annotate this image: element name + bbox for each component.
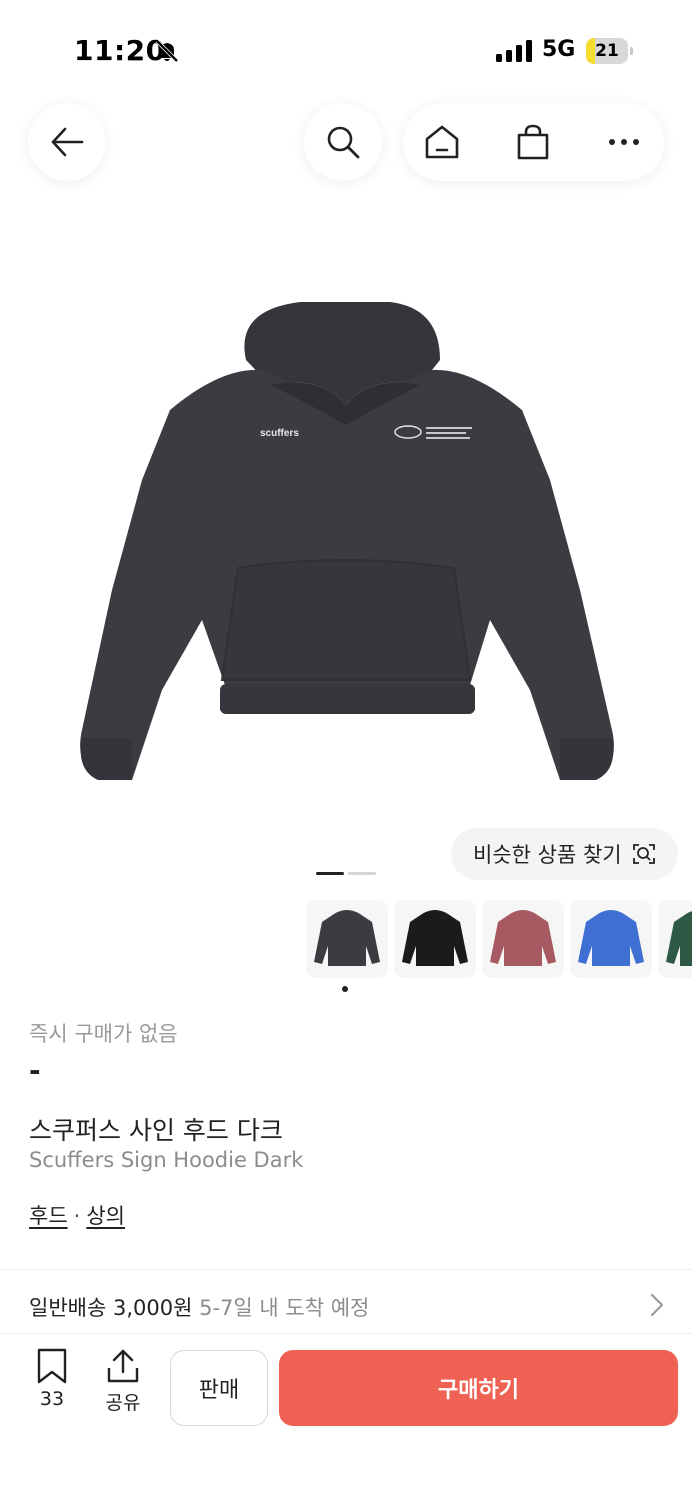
thumbnail-black[interactable] [394,900,476,978]
find-similar-button[interactable]: 비슷한 상품 찾기 [451,828,678,880]
category-separator: · [73,1204,81,1228]
divider [0,1269,692,1270]
sell-button[interactable]: 판매 [170,1350,268,1426]
visual-search-icon [633,844,655,864]
search-button[interactable] [304,103,382,181]
share-icon [107,1349,139,1383]
selected-thumbnail-dot [342,986,348,992]
buy-button[interactable]: 구매하기 [279,1350,678,1426]
category-link-hood[interactable]: 후드 [29,1204,68,1228]
hoodie-logo-text: scuffers [260,428,299,439]
product-image-hoodie[interactable]: scuffers [60,290,632,800]
battery-indicator: 21 [586,38,634,64]
chevron-right-icon [650,1293,664,1317]
shopping-bag-icon [517,124,549,160]
color-thumbnails [304,900,692,980]
arrow-left-icon [51,127,84,157]
thumbnail-blue[interactable] [570,900,652,978]
find-similar-label: 비슷한 상품 찾기 [473,843,622,867]
share-label: 공유 [105,1392,141,1414]
bag-button[interactable] [511,120,555,164]
price-value: - [29,1054,41,1087]
shipping-eta: 5-7일 내 도착 예정 [199,1296,370,1320]
product-title-ko: 스쿠퍼스 사인 후드 다크 [29,1116,283,1145]
category-link-tops[interactable]: 상의 [86,1204,125,1228]
cellular-signal-icon [496,40,532,62]
search-icon [327,126,360,159]
image-page-indicator [316,872,378,876]
bookmark-count: 33 [39,1388,65,1410]
network-label: 5G [542,37,576,62]
bookmark-button[interactable]: 33 [22,1348,82,1410]
status-bar: 11:20 5G 21 [0,0,692,100]
thumbnail-dark[interactable] [306,900,388,978]
bottom-action-bar: 33 공유 판매 구매하기 [0,1333,692,1500]
bell-off-icon [155,39,179,63]
shipping-label: 일반배송 3,000원 [29,1296,193,1320]
product-title-en: Scuffers Sign Hoodie Dark [29,1148,304,1172]
home-button[interactable] [420,120,464,164]
more-horizontal-icon [609,139,639,145]
thumbnail-green[interactable] [658,900,692,978]
battery-percent: 21 [595,41,619,61]
category-breadcrumb: 후드 · 상의 [29,1200,125,1230]
thumbnail-rose[interactable] [482,900,564,978]
shipping-info-row[interactable]: 일반배송 3,000원 5-7일 내 도착 예정 [29,1292,369,1322]
status-time: 11:20 [74,34,166,67]
bookmark-icon [37,1348,67,1384]
price-label: 즉시 구매가 없음 [29,1022,178,1046]
back-button[interactable] [28,103,106,181]
share-button[interactable]: 공유 [93,1348,153,1415]
nav-actions-pill [403,103,664,181]
home-icon [425,125,459,159]
more-button[interactable] [602,120,646,164]
